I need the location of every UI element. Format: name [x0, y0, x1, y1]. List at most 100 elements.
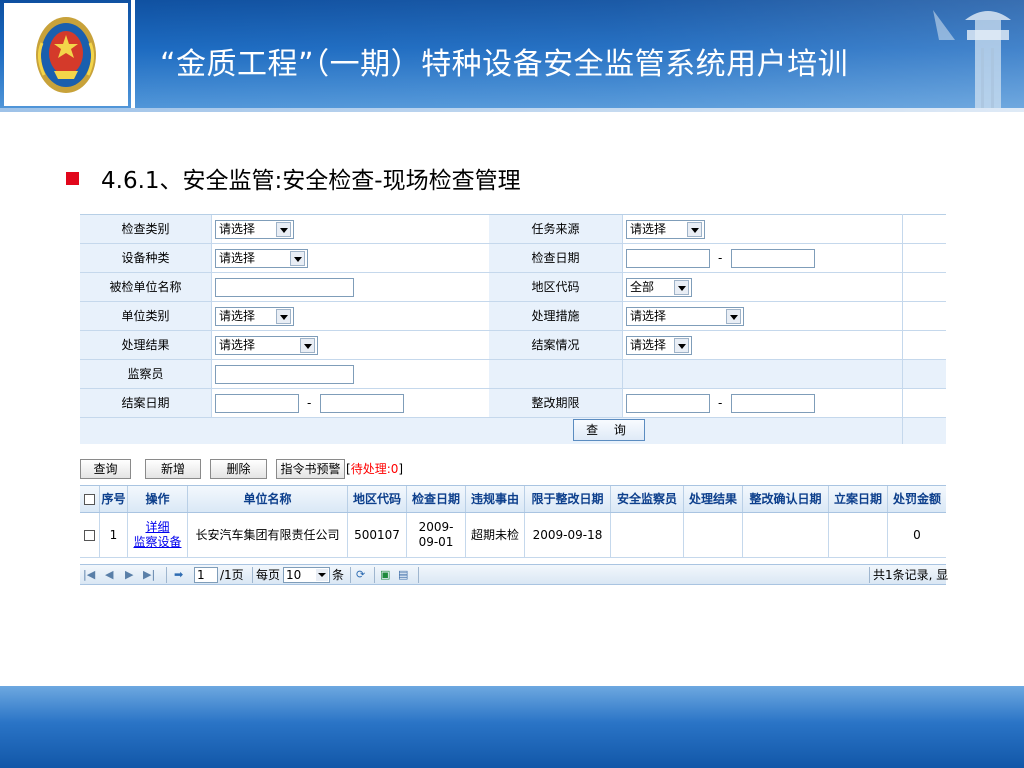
per-page-select[interactable]: 10: [283, 567, 330, 583]
section-heading: 4.6.1、安全监管:安全检查-现场检查管理: [66, 160, 521, 196]
area-code-select[interactable]: 全部: [626, 278, 692, 297]
inspection-date-to-input[interactable]: [731, 249, 815, 268]
chevron-down-icon: [300, 338, 315, 353]
search-form: 检查类别 请选择 任务来源 请选择 设备种类 请选择 检查日期 - 被检单位名称: [80, 214, 946, 444]
detail-link[interactable]: 详细: [145, 520, 169, 535]
slide-title: “金质工程”（一期）特种设备安全监管系统用户培训: [160, 47, 849, 82]
row-checkbox[interactable]: [84, 529, 95, 541]
inspector-input[interactable]: [215, 365, 354, 384]
chevron-down-icon: [290, 251, 305, 266]
check-date-cell: 2009-09-01: [407, 513, 466, 557]
form-row: 单位类别 请选择 处理措施 请选择: [80, 302, 946, 331]
column-header[interactable]: 立案日期: [829, 486, 888, 512]
filing-date-cell: [829, 513, 888, 557]
form-row: 被检单位名称 地区代码 全部: [80, 273, 946, 302]
rectification-deadline-label: 整改期限: [489, 389, 622, 417]
chevron-down-icon: [674, 280, 689, 295]
handling-result-label: 处理结果: [80, 331, 211, 359]
add-button[interactable]: 新增: [145, 459, 201, 479]
form-row: 设备种类 请选择 检查日期 -: [80, 244, 946, 273]
row-actions: 详细 监察设备: [128, 513, 188, 557]
last-page-icon[interactable]: ▶|: [143, 568, 155, 582]
task-source-select[interactable]: 请选择: [626, 220, 705, 239]
penalty-cell: 0: [913, 527, 921, 542]
export-document-icon[interactable]: ▤: [398, 568, 408, 582]
go-page-arrow-icon[interactable]: ➡: [174, 568, 183, 582]
emblem-icon: [36, 17, 96, 93]
grid-toolbar: 查询 新增 删除 指令书预警 [待处理:0]: [80, 458, 946, 480]
column-header[interactable]: 地区代码: [348, 486, 407, 512]
export-excel-icon[interactable]: ▣: [380, 568, 390, 582]
search-button[interactable]: 查 询: [573, 419, 645, 441]
form-row: 处理结果 请选择 结案情况 请选择: [80, 331, 946, 360]
confirm-date-cell: [743, 513, 829, 557]
area-code-cell: 500107: [348, 513, 407, 557]
emblem-logo: [4, 3, 128, 106]
select-all-checkbox-cell: [80, 486, 100, 512]
select-all-checkbox[interactable]: [84, 493, 95, 505]
inspection-type-label: 检查类别: [80, 215, 211, 243]
huabiao-column-icon: [933, 10, 1011, 108]
column-header[interactable]: 安全监察员: [611, 486, 684, 512]
rectification-deadline-to-input[interactable]: [731, 394, 815, 413]
column-header[interactable]: 检查日期: [407, 486, 466, 512]
inspected-unit-name-label: 被检单位名称: [80, 273, 211, 301]
row-index: 1: [100, 513, 128, 557]
delete-button[interactable]: 删除: [210, 459, 267, 479]
column-header[interactable]: 单位名称: [188, 486, 348, 512]
closure-date-from-input[interactable]: [215, 394, 299, 413]
column-header[interactable]: 限于整改日期: [525, 486, 611, 512]
pending-count[interactable]: [待处理:0]: [346, 459, 403, 479]
refresh-icon[interactable]: ⟳: [356, 568, 365, 582]
form-row: 监察员: [80, 360, 946, 389]
chevron-down-icon: [674, 338, 689, 353]
chevron-down-icon: [726, 309, 741, 324]
page-total-text: /1页: [220, 568, 244, 582]
inspection-type-select[interactable]: 请选择: [215, 220, 294, 239]
case-closure-status-label: 结案情况: [489, 331, 622, 359]
per-page-label: 每页: [256, 568, 281, 582]
results-grid: 序号 操作 单位名称 地区代码 检查日期 违规事由 限于整改日期 安全监察员 处…: [80, 485, 946, 558]
area-code-label: 地区代码: [489, 273, 622, 301]
closure-date-to-input[interactable]: [320, 394, 404, 413]
table-row: 1 详细 监察设备 长安汽车集团有限责任公司 500107 2009-09-01…: [80, 513, 946, 558]
pending-count-text: 待处理:0: [350, 462, 399, 476]
unit-category-label: 单位类别: [80, 302, 211, 330]
inspector-label: 监察员: [80, 360, 211, 388]
case-closure-status-select[interactable]: 请选择: [626, 336, 692, 355]
rectification-deadline-from-input[interactable]: [626, 394, 710, 413]
violation-cell: 超期未检: [466, 513, 525, 557]
task-source-label: 任务来源: [489, 215, 622, 243]
column-header[interactable]: 序号: [100, 486, 128, 512]
handling-measures-label: 处理措施: [489, 302, 622, 330]
column-header[interactable]: 处罚金额: [888, 486, 946, 512]
first-page-icon[interactable]: |◀: [83, 568, 95, 582]
column-header[interactable]: 操作: [128, 486, 188, 512]
result-cell: [684, 513, 743, 557]
next-page-icon[interactable]: ▶: [125, 568, 133, 582]
chevron-down-icon: [316, 569, 328, 581]
closure-date-label: 结案日期: [80, 389, 211, 417]
equipment-category-select[interactable]: 请选择: [215, 249, 308, 268]
grid-header-row: 序号 操作 单位名称 地区代码 检查日期 违规事由 限于整改日期 安全监察员 处…: [80, 485, 946, 513]
handling-measures-select[interactable]: 请选择: [626, 307, 744, 326]
unit-category-select[interactable]: 请选择: [215, 307, 294, 326]
query-button[interactable]: 查询: [80, 459, 131, 479]
slide-footer-band: [0, 686, 1024, 768]
rectify-deadline-cell: 2009-09-18: [525, 513, 611, 557]
inspection-date-from-input[interactable]: [626, 249, 710, 268]
record-summary: 共1条记录, 显: [873, 568, 949, 582]
column-header[interactable]: 违规事由: [466, 486, 525, 512]
inspection-date-label: 检查日期: [489, 244, 622, 272]
previous-page-icon[interactable]: ◀: [105, 568, 113, 582]
page-number-input[interactable]: 1: [194, 567, 218, 583]
slide: “金质工程”（一期）特种设备安全监管系统用户培训 4.6.1、安全监管:安全检查…: [0, 0, 1024, 768]
handling-result-select[interactable]: 请选择: [215, 336, 318, 355]
slide-header-banner: “金质工程”（一期）特种设备安全监管系统用户培训: [0, 0, 1024, 108]
inspected-unit-name-input[interactable]: [215, 278, 354, 297]
bullet-square-icon: [66, 171, 79, 185]
directive-warning-button[interactable]: 指令书预警: [276, 459, 345, 479]
inspect-equipment-link[interactable]: 监察设备: [133, 535, 181, 550]
column-header[interactable]: 整改确认日期: [743, 486, 829, 512]
column-header[interactable]: 处理结果: [684, 486, 743, 512]
